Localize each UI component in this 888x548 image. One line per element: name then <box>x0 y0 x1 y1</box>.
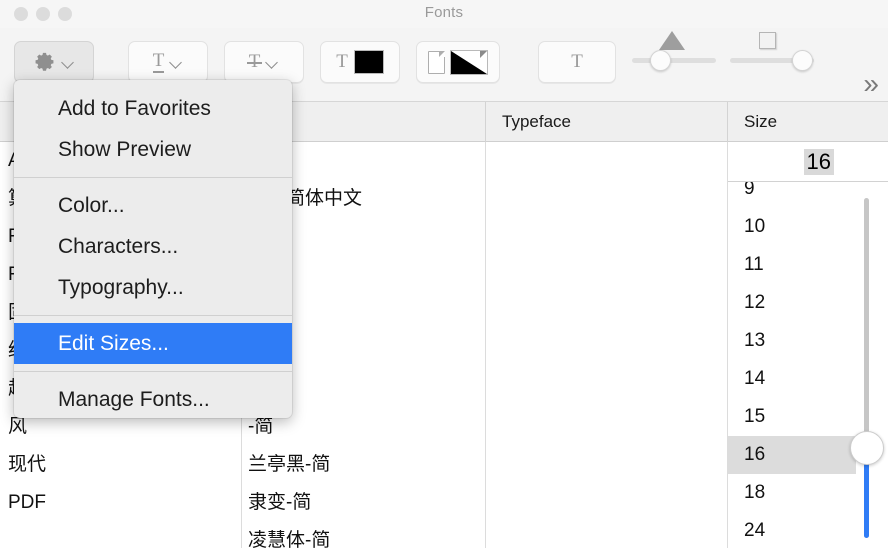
shadow-toggle-button[interactable]: T <box>538 41 616 83</box>
menu-item-manage-fonts[interactable]: Manage Fonts... <box>14 379 292 420</box>
text-underline-icon: T <box>152 50 165 73</box>
gear-action-menu[interactable]: Add to Favorites Show Preview Color... Char… <box>14 80 292 418</box>
menu-item-color[interactable]: Color... <box>14 185 292 226</box>
size-list-item[interactable]: 10 <box>728 208 856 246</box>
column-divider[interactable] <box>485 102 486 142</box>
window-title: Fonts <box>424 4 464 21</box>
document-page-icon <box>428 50 445 74</box>
size-slider-fill <box>864 463 869 538</box>
title-bar: Fonts <box>0 0 888 28</box>
menu-item-characters[interactable]: Characters... <box>14 226 292 267</box>
collection-list-item[interactable]: PDF <box>0 484 241 522</box>
action-gear-button[interactable] <box>14 41 94 83</box>
shadow-blur-slider[interactable] <box>632 31 716 71</box>
size-list-item[interactable]: 11 <box>728 246 856 284</box>
menu-item-edit-sizes[interactable]: Edit Sizes... <box>14 323 292 364</box>
collection-list-item[interactable]: 现代 <box>0 446 241 484</box>
column-header-typeface[interactable]: Typeface <box>502 112 571 132</box>
triangle-up-icon <box>659 31 685 50</box>
size-list-item[interactable]: 14 <box>728 360 856 398</box>
menu-separator <box>14 371 292 372</box>
font-family-list-item[interactable]: 兰亭黑-简 <box>242 446 485 484</box>
color-swatch-black[interactable] <box>353 50 384 74</box>
menu-item-show-preview[interactable]: Show Preview <box>14 129 292 170</box>
typeface-list[interactable] <box>486 142 727 548</box>
square-icon <box>759 32 776 49</box>
column-divider[interactable] <box>727 102 728 142</box>
size-list-item[interactable]: 13 <box>728 322 856 360</box>
size-list[interactable]: 9 10 11 12 13 14 15 16 18 24 <box>728 170 856 548</box>
size-input-field[interactable]: 16 <box>728 142 888 182</box>
color-swatch-diagonal[interactable] <box>450 49 488 75</box>
fonts-panel-window: Fonts T T T T » Typeface Size 风 现代 PDF 黑… <box>0 0 888 548</box>
font-family-list-item[interactable]: 隶变-简 <box>242 484 485 522</box>
document-color-button[interactable] <box>416 41 500 83</box>
size-list-item[interactable]: 16 <box>728 436 856 474</box>
shadow-offset-slider-knob[interactable] <box>791 50 813 71</box>
chevron-down-icon <box>170 56 183 69</box>
underline-button[interactable]: T <box>128 41 208 83</box>
toolbar-overflow-button[interactable]: » <box>863 68 878 100</box>
size-list-item[interactable]: 24 <box>728 512 856 548</box>
strikethrough-button[interactable]: T <box>224 41 304 83</box>
size-input-value: 16 <box>803 149 834 175</box>
menu-separator <box>14 177 292 178</box>
menu-item-typography[interactable]: Typography... <box>14 267 292 308</box>
text-strikethrough-icon: T <box>246 51 262 72</box>
menu-item-add-to-favorites[interactable]: Add to Favorites <box>14 88 292 129</box>
text-shadow-icon: T <box>571 51 583 72</box>
size-slider-knob[interactable] <box>850 431 884 466</box>
font-family-list-item[interactable]: 凌慧体-简 <box>242 522 485 548</box>
size-pane[interactable]: 9 10 11 12 13 14 15 16 18 24 <box>728 142 888 548</box>
size-list-item[interactable]: 12 <box>728 284 856 322</box>
size-list-item[interactable]: 18 <box>728 474 856 512</box>
size-list-item[interactable]: 15 <box>728 398 856 436</box>
text-color-button[interactable]: T <box>320 41 400 83</box>
chevron-down-icon <box>266 56 279 69</box>
gear-icon <box>33 51 56 74</box>
column-header-size[interactable]: Size <box>744 112 777 132</box>
chevron-down-icon <box>62 56 75 69</box>
menu-separator <box>14 315 292 316</box>
size-slider[interactable] <box>850 198 884 548</box>
shadow-blur-slider-knob[interactable] <box>649 50 671 71</box>
shadow-offset-slider[interactable] <box>730 32 814 71</box>
text-color-icon: T <box>336 51 348 72</box>
